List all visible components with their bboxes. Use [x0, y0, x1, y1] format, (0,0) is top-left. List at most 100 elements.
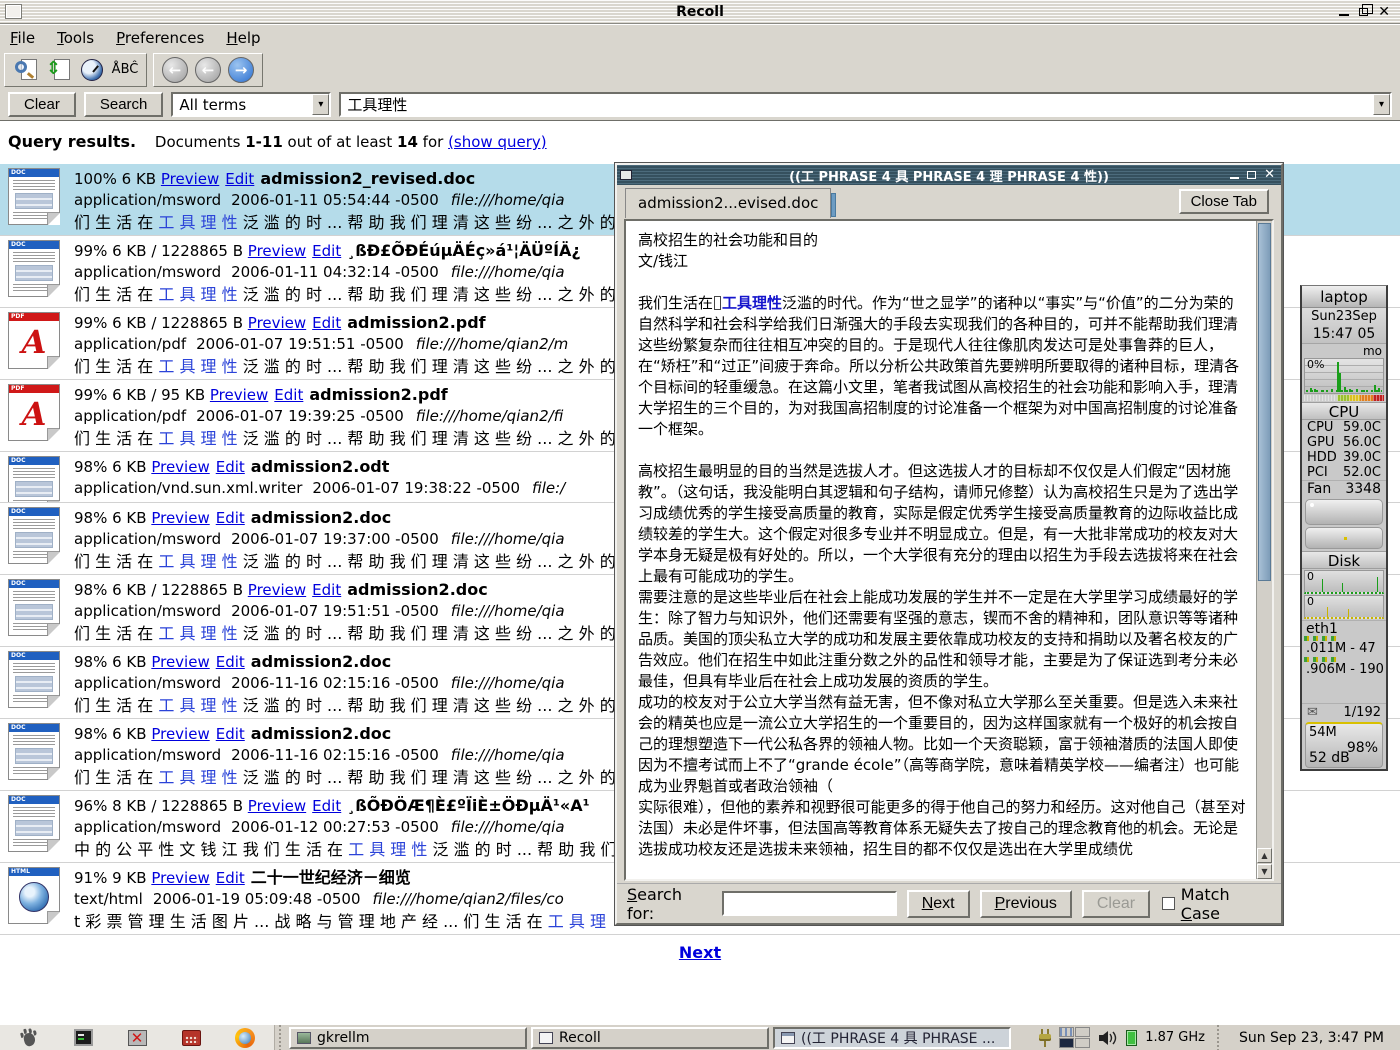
- preview-link[interactable]: Preview: [151, 458, 209, 476]
- workspace-2[interactable]: [1075, 1027, 1090, 1037]
- edit-link[interactable]: Edit: [312, 242, 341, 260]
- preview-minimize-button[interactable]: [1230, 171, 1239, 179]
- menu-preferences[interactable]: Preferences: [116, 29, 204, 47]
- doc-file-icon: DOC: [8, 723, 60, 780]
- preview-link[interactable]: Preview: [248, 581, 306, 599]
- close-tab-button[interactable]: Close Tab: [1179, 189, 1269, 214]
- system-tray: 1.87 GHz Sun Sep 23, 3:47 PM: [1039, 1025, 1400, 1050]
- next-results-link[interactable]: Next: [679, 943, 721, 962]
- menu-file[interactable]: File: [10, 29, 35, 47]
- scroll-down-icon[interactable]: ▼: [1257, 864, 1272, 879]
- edit-link[interactable]: Edit: [216, 458, 245, 476]
- preview-close-button[interactable]: ✕: [1264, 169, 1275, 181]
- previous-page-button[interactable]: ←: [195, 57, 221, 83]
- gkrellm-mode-label: mo: [1302, 344, 1386, 358]
- match-case-checkbox[interactable]: [1162, 897, 1175, 910]
- preview-link[interactable]: Preview: [248, 797, 306, 815]
- taskbar-item-gkrellm[interactable]: gkrellm: [289, 1027, 527, 1049]
- edit-link[interactable]: Edit: [225, 170, 254, 188]
- edit-link[interactable]: Edit: [216, 725, 245, 743]
- gnome-foot-icon[interactable]: [18, 1028, 40, 1048]
- preview-tab[interactable]: admission2...evised.doc: [625, 188, 831, 218]
- query-input[interactable]: [341, 96, 1373, 114]
- minimize-button[interactable]: [1339, 7, 1349, 16]
- gkrellm-hostname: laptop: [1302, 286, 1386, 308]
- result-date: 2006-01-07 19:51:51 -0500: [231, 602, 439, 620]
- find-input[interactable]: [722, 891, 897, 916]
- preview-titlebar: ((工 PHRASE 4 具 PHRASE 4 理 PHRASE 4 性)) ✕: [617, 165, 1281, 185]
- preview-text: 高校招生的社会功能和目的文/钱江 我们生活在工具理性泛滥的时代。作为“世之显学”…: [626, 221, 1256, 879]
- first-page-button[interactable]: ←: [162, 57, 188, 83]
- search-mode-combobox[interactable]: All terms ▾: [171, 92, 331, 117]
- edit-link[interactable]: Edit: [312, 581, 341, 599]
- preview-link[interactable]: Preview: [161, 170, 219, 188]
- scroll-up-icon[interactable]: ▲: [1257, 848, 1272, 863]
- fan-row: Fan3348: [1302, 480, 1386, 497]
- edit-link[interactable]: Edit: [312, 797, 341, 815]
- edit-link[interactable]: Edit: [312, 314, 341, 332]
- edit-link[interactable]: Edit: [216, 653, 245, 671]
- window-menu-icon[interactable]: [5, 4, 22, 19]
- preview-link[interactable]: Preview: [151, 869, 209, 887]
- preview-scrollbar[interactable]: ▲ ▼: [1256, 221, 1272, 879]
- find-previous-button[interactable]: Previous: [980, 890, 1072, 918]
- fan-slider-panel[interactable]: [1305, 499, 1383, 525]
- result-date: 2006-01-07 19:37:00 -0500: [231, 530, 439, 548]
- workspace-3[interactable]: [1059, 1038, 1074, 1048]
- preview-link[interactable]: Preview: [151, 725, 209, 743]
- menu-tools[interactable]: Tools: [57, 29, 94, 47]
- find-clear-button[interactable]: Clear: [1082, 890, 1150, 918]
- terminal-icon[interactable]: [72, 1028, 94, 1048]
- preview-search-icon[interactable]: [13, 57, 39, 83]
- taskbar-clock[interactable]: Sun Sep 23, 3:47 PM: [1231, 1030, 1392, 1046]
- doc-file-icon: DOC: [8, 651, 60, 708]
- taskbar-separator: [277, 1025, 283, 1050]
- chevron-down-icon[interactable]: ▾: [312, 94, 329, 115]
- preview-link[interactable]: Preview: [151, 509, 209, 527]
- next-page-button[interactable]: →: [228, 57, 254, 83]
- restore-button[interactable]: [1359, 8, 1368, 16]
- edit-link[interactable]: Edit: [216, 869, 245, 887]
- highlighted-term: 工 具 理 性: [158, 696, 237, 715]
- taskbar-item-preview[interactable]: ((工 PHRASE 4 具 PHRASE ...: [773, 1027, 1011, 1049]
- text-segment: 泛 滥 的 时 ... 帮 助 我 们 理 清 这 些 纷 ... 之 外 的: [238, 357, 616, 376]
- search-button[interactable]: Search: [84, 92, 164, 117]
- cpu-frequency-icon[interactable]: [1126, 1030, 1137, 1046]
- preview-link[interactable]: Preview: [248, 242, 306, 260]
- edit-link[interactable]: Edit: [274, 386, 303, 404]
- term-explorer-icon[interactable]: ÅBĈ: [112, 57, 138, 83]
- result-title: admission2.pdf: [347, 313, 485, 332]
- workspace-4[interactable]: [1075, 1038, 1090, 1048]
- sensor-slider-panel[interactable]: [1305, 527, 1383, 549]
- preview-link[interactable]: Preview: [248, 314, 306, 332]
- memory-volume-panel[interactable]: 54M 98% 52 dB: [1305, 722, 1383, 768]
- power-plug-icon[interactable]: [1039, 1029, 1051, 1047]
- sort-by-date-clock-icon[interactable]: [79, 57, 105, 83]
- clear-button[interactable]: Clear: [8, 92, 76, 117]
- firefox-icon[interactable]: [234, 1028, 256, 1048]
- scrollbar-thumb[interactable]: [1258, 223, 1271, 581]
- folded-corner: [48, 624, 60, 636]
- sort-document-icon[interactable]: ⇕: [46, 57, 72, 83]
- query-history-chevron-icon[interactable]: ▾: [1373, 94, 1390, 115]
- cpu-frequency-value: 1.87 GHz: [1145, 1030, 1205, 1045]
- find-next-button[interactable]: Next: [907, 890, 970, 918]
- close-button[interactable]: ✕: [1378, 6, 1390, 18]
- preview-restore-button[interactable]: [1247, 171, 1256, 179]
- file-type-bar: PDF: [9, 313, 59, 321]
- menu-help[interactable]: Help: [226, 29, 260, 47]
- taskbar-item-recoll[interactable]: Recoll: [531, 1027, 769, 1049]
- show-query-link[interactable]: (show query): [448, 133, 547, 151]
- edit-link[interactable]: Edit: [216, 509, 245, 527]
- preview-link[interactable]: Preview: [210, 386, 268, 404]
- preview-link[interactable]: Preview: [151, 653, 209, 671]
- tray-separator: [1215, 1025, 1221, 1050]
- workspace-pager[interactable]: [1059, 1027, 1090, 1048]
- text-segment: t 彩 票 管 理 生 活 图 片 ... 战 略 与 管 理 地 产 经 ..…: [74, 912, 548, 931]
- text-segment: 成功的校友对于公立大学当然有益无害，但不像对私立大学那么至关重要。但是选入未来社…: [638, 693, 1239, 795]
- workspace-1[interactable]: [1059, 1027, 1074, 1037]
- speaker-icon[interactable]: [1098, 1030, 1118, 1046]
- typewriter-icon[interactable]: [180, 1028, 202, 1048]
- screen-lock-icon[interactable]: [126, 1028, 148, 1048]
- preview-window-menu-icon[interactable]: [620, 170, 632, 180]
